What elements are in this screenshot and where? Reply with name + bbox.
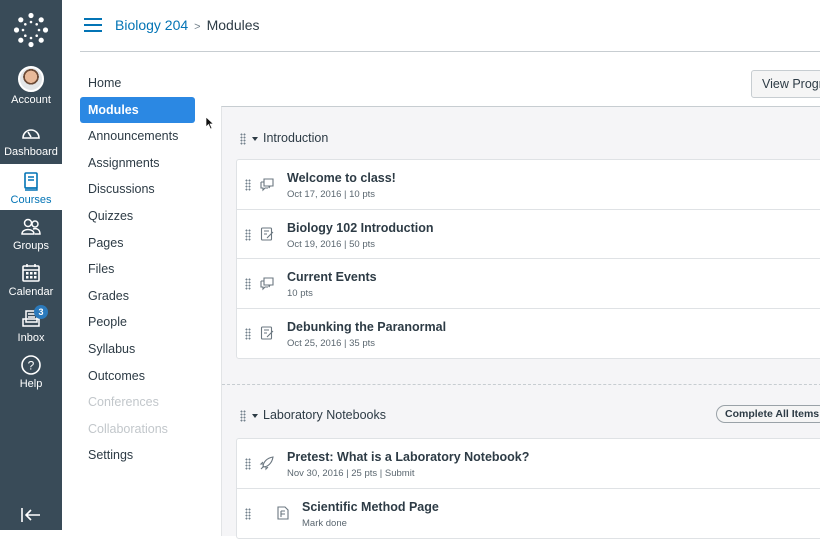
global-nav-label: Dashboard [4, 146, 58, 158]
module-header[interactable]: Laboratory Notebooks Complete All Items [222, 396, 820, 436]
drag-handle-icon[interactable] [245, 228, 251, 241]
global-nav-label: Help [19, 378, 43, 390]
module-laboratory-notebooks: Laboratory Notebooks Complete All Items … [222, 396, 820, 539]
assignment-icon [260, 325, 274, 340]
item-title-link[interactable]: Scientific Method Page [302, 500, 439, 514]
view-progress-button[interactable]: View Progress [751, 70, 820, 98]
complete-all-items-button[interactable]: Complete All Items [716, 405, 820, 423]
course-nav-discussions[interactable]: Discussions [80, 176, 195, 203]
course-nav-outcomes[interactable]: Outcomes [80, 363, 195, 390]
assignment-icon [260, 226, 274, 241]
course-nav-home[interactable]: Home [80, 70, 195, 97]
course-nav-grades[interactable]: Grades [80, 283, 195, 310]
course-nav-conferences: Conferences [88, 395, 159, 410]
global-nav-groups[interactable]: Groups [0, 216, 62, 256]
module-item[interactable]: Scientific Method Page Mark done [237, 489, 820, 539]
mark-done-link[interactable]: Mark done [302, 518, 347, 529]
collapse-caret-icon[interactable] [252, 414, 258, 418]
breadcrumb: Biology 204 > Modules [115, 17, 260, 33]
breadcrumb-separator: > [194, 21, 201, 33]
drag-handle-icon[interactable] [245, 327, 251, 340]
global-nav-label: Account [11, 94, 51, 106]
breadcrumb-course-link[interactable]: Biology 204 [115, 17, 188, 33]
modules-area: Introduction Welcome to class! Oct 17, 2… [221, 106, 820, 539]
item-meta: 10 pts [287, 288, 313, 299]
module-header[interactable]: Introduction [222, 119, 820, 159]
help-icon: ? [21, 355, 41, 375]
page-header: Biology 204 > Modules [80, 0, 820, 52]
global-nav-label: Courses [10, 194, 52, 206]
course-nav-announcements[interactable]: Announcements [80, 123, 195, 150]
course-nav-people[interactable]: People [80, 309, 195, 336]
avatar [18, 66, 44, 92]
course-nav: Home Modules Announcements Assignments D… [80, 70, 195, 469]
courses-icon [24, 172, 38, 191]
discussion-icon [260, 277, 274, 291]
item-meta: Nov 30, 2016 | 25 pts | Submit [287, 468, 415, 479]
drag-handle-icon[interactable] [240, 133, 246, 145]
module-item[interactable]: Debunking the Paranormal Oct 25, 2016 | … [237, 309, 820, 359]
collapse-nav-icon[interactable] [19, 506, 43, 524]
module-items: Welcome to class! Oct 17, 2016 | 10 pts … [236, 159, 820, 359]
global-nav-account[interactable]: Account [0, 66, 62, 116]
global-nav-calendar[interactable]: Calendar [0, 262, 62, 302]
module-items: Pretest: What is a Laboratory Notebook? … [236, 438, 820, 539]
module-item[interactable]: Pretest: What is a Laboratory Notebook? … [237, 439, 820, 489]
item-title-link[interactable]: Welcome to class! [287, 171, 396, 185]
course-nav-quizzes[interactable]: Quizzes [80, 203, 195, 230]
global-nav-label: Inbox [17, 332, 45, 344]
item-meta: Oct 17, 2016 | 10 pts [287, 189, 376, 200]
course-nav-modules[interactable]: Modules [80, 96, 195, 124]
drag-handle-icon[interactable] [240, 410, 246, 422]
svg-text:?: ? [28, 359, 35, 373]
quiz-rocket-icon [259, 456, 274, 471]
course-nav-settings[interactable]: Settings [80, 442, 195, 469]
global-nav-dashboard[interactable]: Dashboard [0, 122, 62, 164]
drag-handle-icon[interactable] [245, 179, 251, 191]
course-nav-collaborations: Collaborations [88, 421, 168, 436]
drag-handle-icon[interactable] [245, 507, 251, 520]
canvas-logo-icon[interactable] [13, 12, 49, 48]
collapse-caret-icon[interactable] [252, 137, 258, 141]
course-nav-syllabus[interactable]: Syllabus [80, 336, 195, 363]
global-nav-label: Calendar [8, 286, 54, 298]
global-nav-inbox[interactable]: 3 Inbox [0, 305, 62, 348]
module-item[interactable]: Biology 102 Introduction Oct 19, 2016 | … [237, 210, 820, 259]
module-item[interactable]: Current Events 10 pts [237, 259, 820, 309]
inbox-unread-badge: 3 [34, 305, 48, 319]
dashboard-icon [22, 129, 40, 139]
course-nav-assignments[interactable]: Assignments [80, 150, 195, 177]
global-nav-label: Groups [12, 240, 50, 252]
item-title-link[interactable]: Biology 102 Introduction [287, 221, 434, 235]
item-title-link[interactable]: Pretest: What is a Laboratory Notebook? [287, 450, 529, 464]
module-introduction: Introduction Welcome to class! Oct 17, 2… [222, 119, 820, 359]
item-title-link[interactable]: Debunking the Paranormal [287, 320, 446, 334]
global-nav-help[interactable]: ? Help [0, 354, 62, 394]
course-nav-pages[interactable]: Pages [80, 230, 195, 257]
global-nav: Account Dashboard Courses Groups Calenda… [0, 0, 62, 530]
global-nav-courses[interactable]: Courses [0, 164, 62, 210]
drag-handle-icon[interactable] [245, 458, 251, 470]
module-title: Introduction [263, 131, 329, 145]
calendar-icon [22, 264, 40, 282]
page-icon [277, 505, 289, 520]
course-nav-files[interactable]: Files [80, 256, 195, 283]
module-title: Laboratory Notebooks [263, 408, 386, 422]
item-meta: Oct 19, 2016 | 50 pts [287, 238, 376, 250]
item-title-link[interactable]: Current Events [287, 270, 377, 284]
groups-icon [21, 218, 41, 235]
breadcrumb-current: Modules [206, 17, 260, 33]
hamburger-menu-icon[interactable] [84, 18, 102, 32]
module-divider [222, 384, 820, 385]
mouse-cursor-icon [205, 116, 215, 130]
item-meta: Oct 25, 2016 | 35 pts [287, 337, 376, 349]
drag-handle-icon[interactable] [245, 278, 251, 290]
module-item[interactable]: Welcome to class! Oct 17, 2016 | 10 pts [237, 160, 820, 210]
discussion-icon [260, 178, 274, 192]
